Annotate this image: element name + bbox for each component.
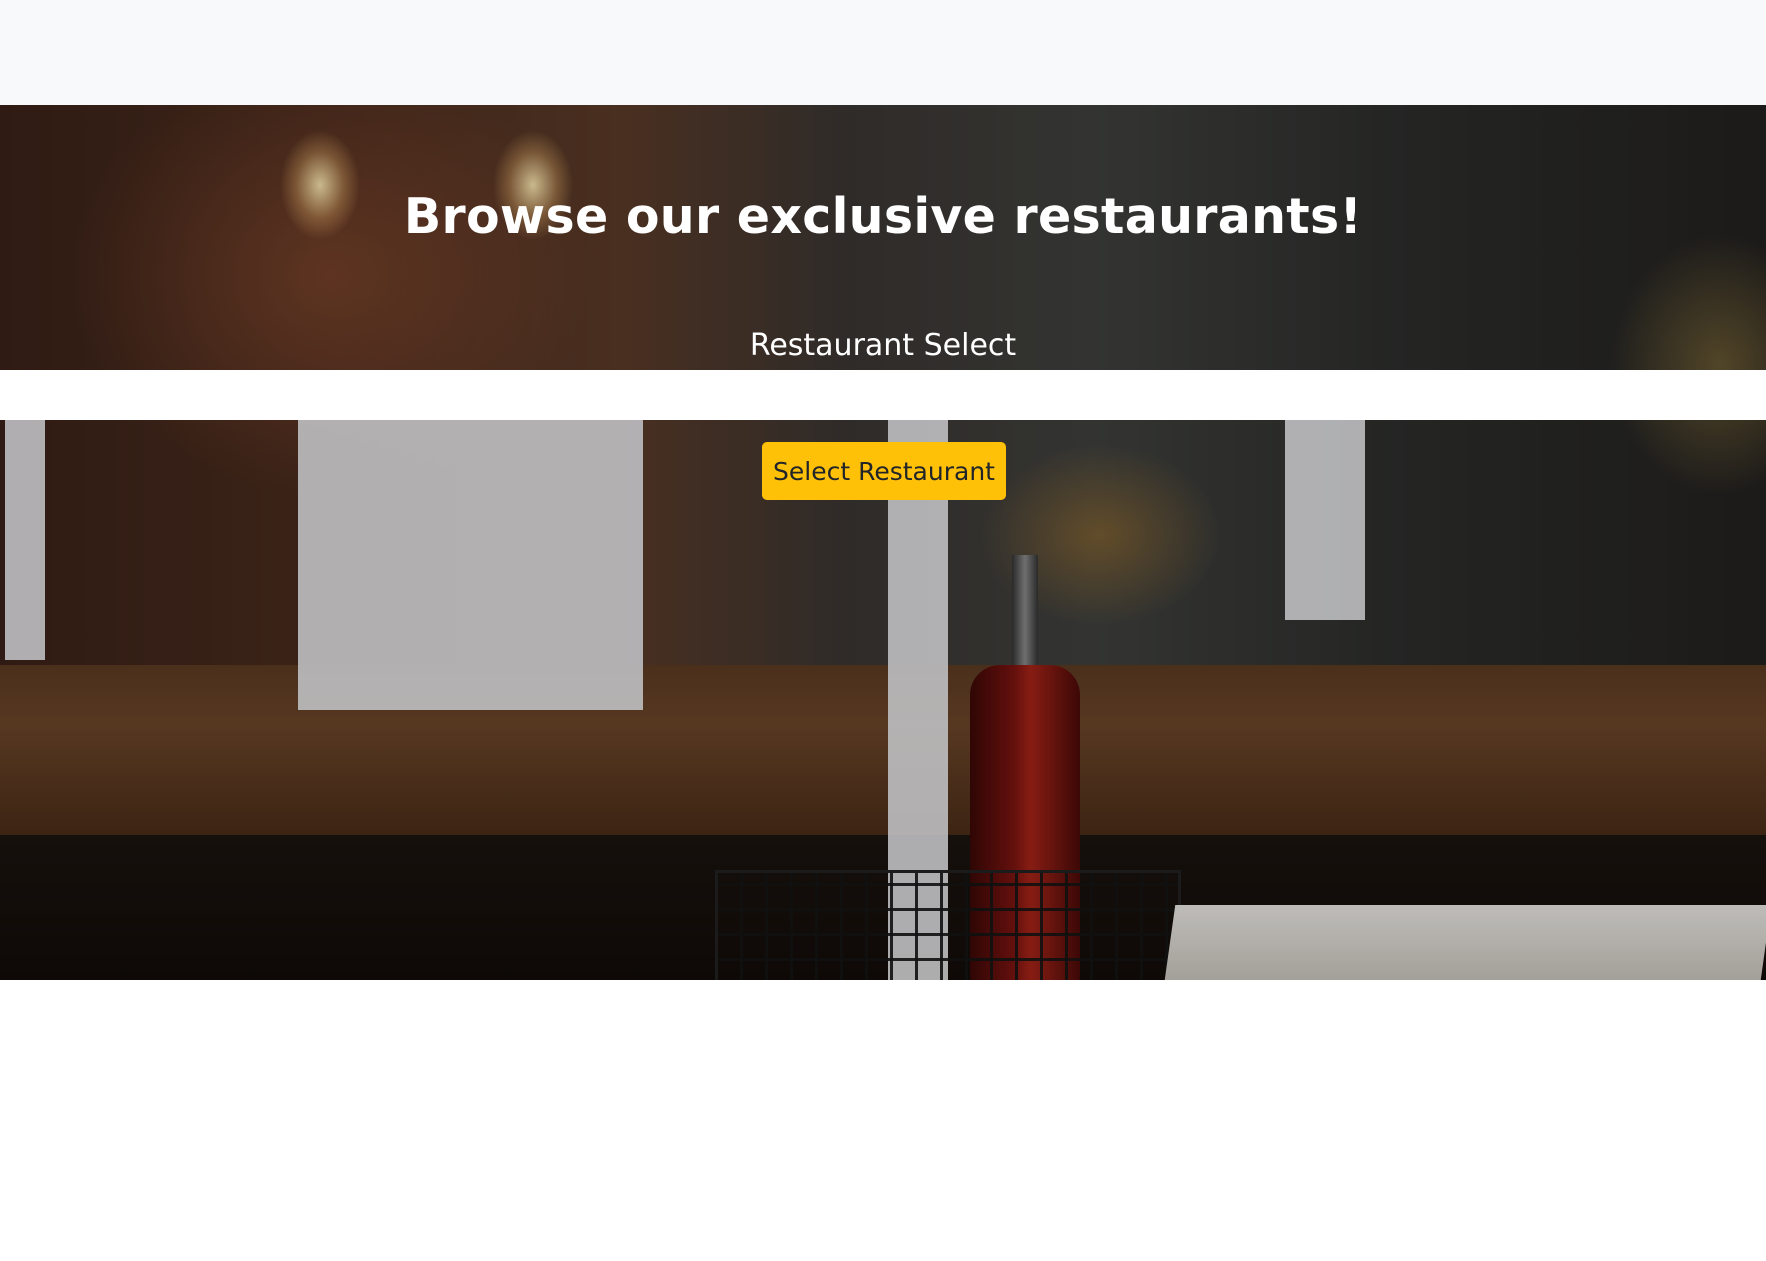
select-restaurant-button[interactable]: Select Restaurant: [762, 442, 1006, 500]
top-navbar: [0, 0, 1766, 105]
page-title: Browse our exclusive restaurants!: [403, 188, 1363, 245]
white-divider-strip: [0, 370, 1766, 420]
restaurant-select-label: Restaurant Select: [749, 328, 1017, 363]
